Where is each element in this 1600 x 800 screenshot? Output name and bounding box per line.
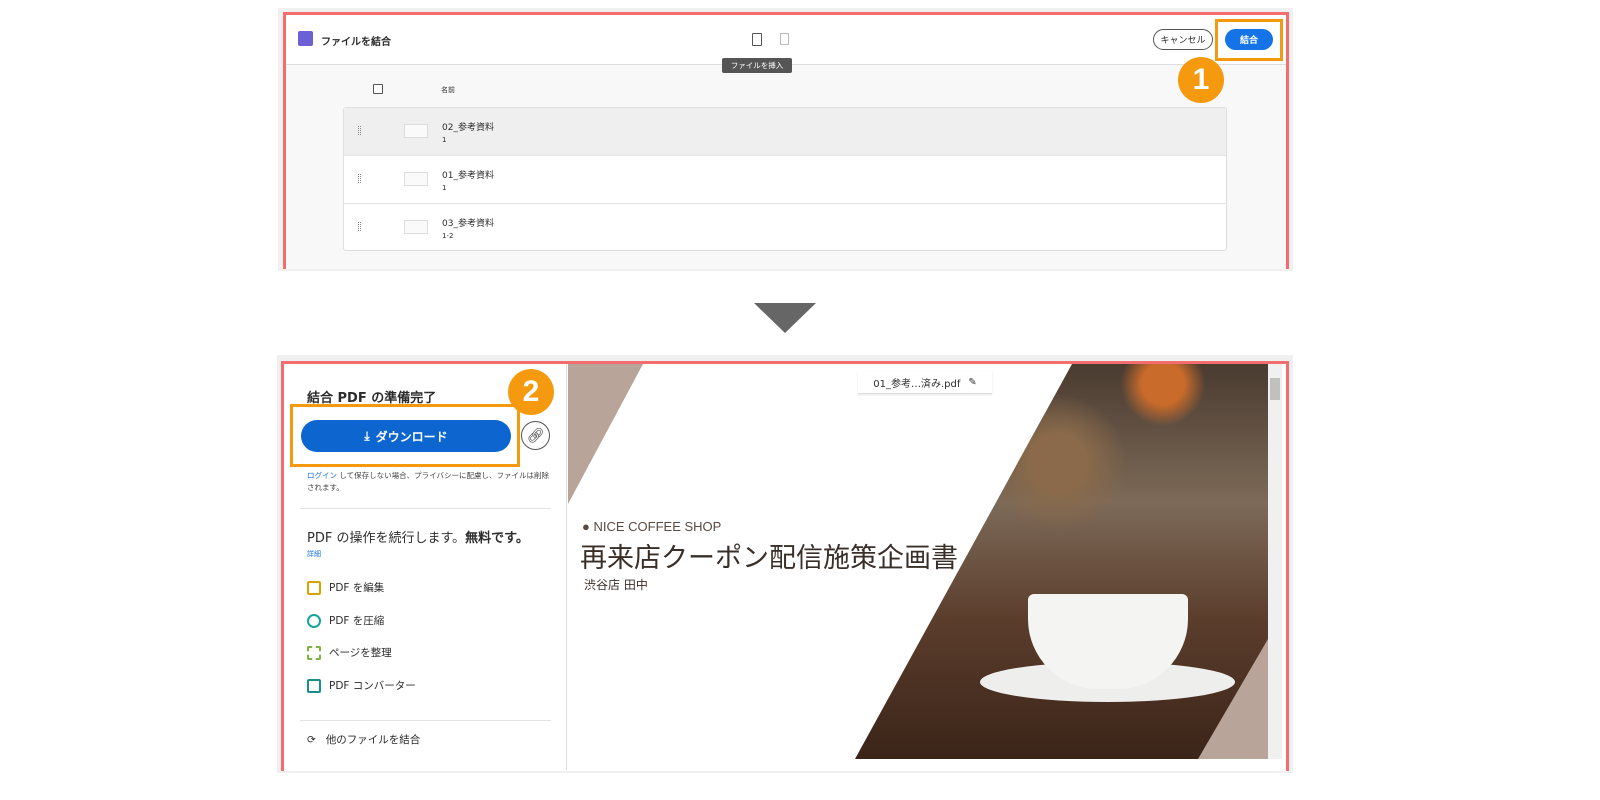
- insert-file-icon[interactable]: [752, 33, 762, 46]
- compress-pdf-icon: [307, 613, 321, 628]
- highlight-box: [290, 404, 520, 467]
- drag-handle-icon[interactable]: [358, 222, 361, 231]
- filename-field[interactable]: 01_参考…済み.pdf ✎: [858, 371, 992, 394]
- tool-label: PDF コンバーター: [329, 680, 416, 692]
- continue-text: PDF の操作を続行します。: [307, 531, 466, 546]
- scrollbar-thumb[interactable]: [1270, 378, 1280, 400]
- page-title: ファイルを結合: [321, 37, 391, 48]
- file-thumbnail: [404, 172, 428, 186]
- column-header-name: 名前: [441, 86, 455, 94]
- file-list: 02_参考資料 1 01_参考資料 1 03_参考資料 1-2: [343, 107, 1227, 251]
- file-thumbnail: [404, 124, 428, 138]
- tool-label: ページを整理: [329, 647, 392, 659]
- divider: [300, 508, 551, 509]
- highlight-box: [1215, 19, 1283, 61]
- continue-heading: PDF の操作を続行します。無料です。: [307, 527, 529, 546]
- file-pages: 1-2: [442, 232, 454, 240]
- file-pages: 1: [442, 184, 447, 192]
- divider: [300, 720, 551, 721]
- privacy-note: ログイン して保存しない場合、プライバシーに配慮し、ファイルは削除されます。: [307, 470, 552, 494]
- privacy-text: して保存しない場合、プライバシーに配慮し、ファイルは削除されます。: [307, 471, 550, 492]
- refresh-icon: ⟳: [307, 733, 316, 746]
- free-text: 無料です。: [465, 531, 529, 546]
- select-all-checkbox[interactable]: [373, 84, 383, 94]
- tool-label: PDF を編集: [329, 582, 385, 594]
- tool-label: PDF を圧縮: [329, 615, 385, 627]
- edit-pdf-icon: [307, 580, 321, 595]
- cancel-button[interactable]: キャンセル: [1153, 29, 1213, 50]
- file-name: 01_参考資料: [442, 171, 494, 181]
- login-link[interactable]: ログイン: [307, 471, 337, 480]
- details-link[interactable]: 詳細: [307, 549, 321, 559]
- combine-files-icon: [298, 31, 313, 46]
- file-row[interactable]: 02_参考資料 1: [344, 108, 1226, 156]
- step-badge: 1: [1178, 57, 1224, 103]
- scrollbar[interactable]: [1268, 364, 1282, 759]
- share-link-button[interactable]: 🔗︎: [521, 421, 550, 450]
- tool-organize-pages[interactable]: ページを整理: [307, 645, 392, 660]
- slide-subtitle: 渋谷店 田中: [584, 578, 648, 592]
- slide-brand: ● NICE COFFEE SHOP: [582, 519, 722, 534]
- pdf-converter-icon: [307, 678, 321, 693]
- tool-edit-pdf[interactable]: PDF を編集: [307, 580, 384, 595]
- pencil-icon[interactable]: ✎: [968, 377, 976, 388]
- drag-handle-icon[interactable]: [358, 126, 361, 135]
- link-icon: 🔗︎: [526, 427, 545, 444]
- file-name: 02_参考資料: [442, 123, 494, 133]
- combine-other-files[interactable]: ⟳ 他のファイルを結合: [307, 732, 420, 747]
- organize-pages-icon: [307, 645, 321, 660]
- tooltip: ファイルを挿入: [722, 58, 792, 73]
- slide-title: 再来店クーポン配信施策企画書: [580, 543, 958, 574]
- step-badge: 2: [508, 369, 554, 415]
- pdf-preview: ● NICE COFFEE SHOP 再来店クーポン配信施策企画書 渋谷店 田中: [568, 364, 1268, 759]
- file-row[interactable]: 03_参考資料 1-2: [344, 204, 1226, 252]
- decorative-shape: [568, 364, 643, 504]
- trash-icon[interactable]: [780, 33, 789, 45]
- file-name: 03_参考資料: [442, 219, 494, 229]
- file-row[interactable]: 01_参考資料 1: [344, 156, 1226, 204]
- brand-text: NICE COFFEE SHOP: [593, 519, 722, 534]
- filename-text: 01_参考…済み.pdf: [873, 378, 961, 390]
- file-pages: 1: [442, 136, 447, 144]
- tool-pdf-converter[interactable]: PDF コンバーター: [307, 678, 416, 693]
- down-arrow-icon: [754, 303, 816, 333]
- tool-compress-pdf[interactable]: PDF を圧縮: [307, 613, 384, 628]
- file-thumbnail: [404, 220, 428, 234]
- drag-handle-icon[interactable]: [358, 174, 361, 183]
- combine-other-label: 他のファイルを結合: [325, 734, 421, 746]
